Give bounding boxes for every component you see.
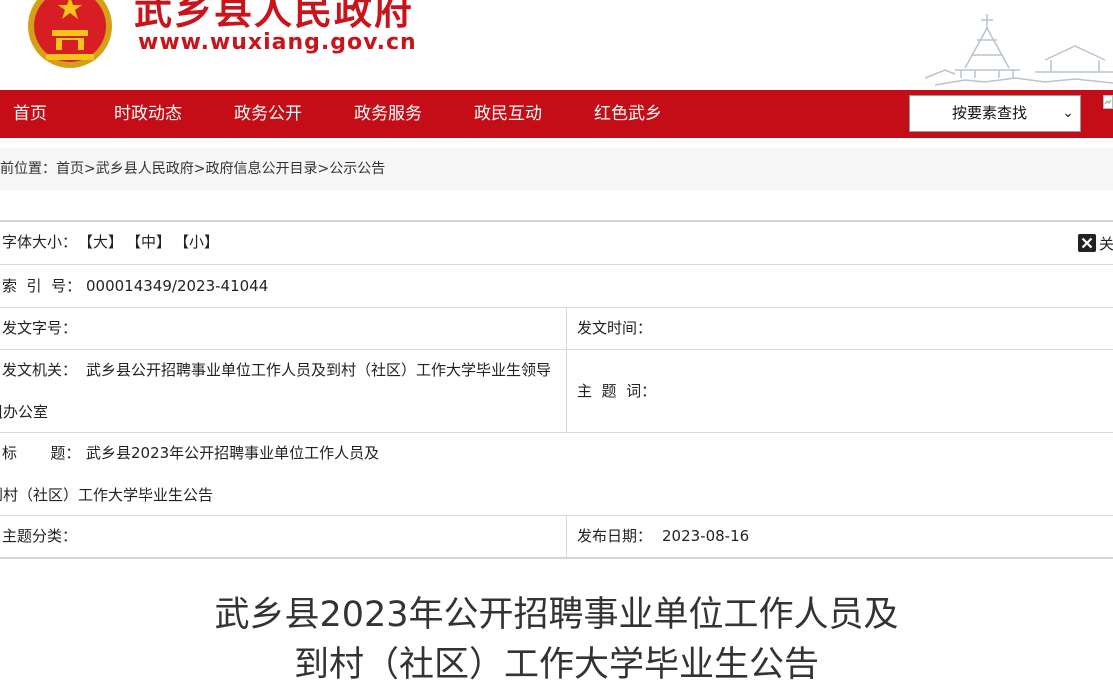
site-url: www.wuxiang.gov.cn <box>138 30 417 55</box>
issuer-value-line2: 组办公室 <box>0 403 49 421</box>
title-label: 标 题： <box>2 444 81 462</box>
breadcrumb-separator: > <box>84 161 96 177</box>
chevron-down-icon: ⌄ <box>1062 105 1074 121</box>
title-value-line2: 到村（社区）工作大学毕业生公告 <box>0 486 214 504</box>
issuer-label: 发文机关： <box>2 361 78 379</box>
doc-time-label: 发文时间： <box>577 319 653 337</box>
index-label: 索 引 号： <box>2 277 82 295</box>
divider <box>0 349 1113 350</box>
nav-item-home[interactable]: 首页 <box>13 90 47 138</box>
column-divider <box>566 307 567 432</box>
search-mode-select[interactable]: 按要素查找 ⌄ <box>909 95 1081 132</box>
breadcrumb-prefix: 前位置： <box>0 161 56 177</box>
font-size-small[interactable]: 【小】 <box>174 232 219 252</box>
breadcrumb-separator: > <box>193 161 206 177</box>
breadcrumb: 前位置：首页>武乡县人民政府>政府信息公开目录>公示公告 <box>0 148 385 190</box>
search-mode-value: 按要素查找 <box>952 104 1028 122</box>
divider <box>0 307 1113 308</box>
document-title-line2: 到村（社区）工作大学毕业生公告 <box>293 645 819 685</box>
table-border-top <box>0 220 1113 222</box>
breadcrumb-bar: 前位置：首页>武乡县人民政府>政府信息公开目录>公示公告 <box>0 148 1113 190</box>
broken-image-icon <box>1103 95 1113 109</box>
publish-date-value: 2023-08-16 <box>662 527 750 545</box>
doc-no-label: 发文字号： <box>2 319 78 337</box>
font-size-medium[interactable]: 【中】 <box>126 232 171 252</box>
font-size-label: 字体大小： <box>2 233 78 251</box>
divider <box>0 515 1113 516</box>
publish-date-label: 发布日期： <box>577 527 653 545</box>
nav-item-red-wuxiang[interactable]: 红色武乡 <box>594 90 662 138</box>
divider <box>0 432 1113 433</box>
nav-item-gov-service[interactable]: 政务服务 <box>354 90 422 138</box>
title-value-line1: 武乡县2023年公开招聘事业单位工作人员及 <box>86 444 380 462</box>
breadcrumb-item-home[interactable]: 首页 <box>56 161 84 177</box>
index-value: 000014349/2023-41044 <box>86 277 269 295</box>
nav-item-interaction[interactable]: 政民互动 <box>474 90 542 138</box>
nav-item-gov-open[interactable]: 政务公开 <box>234 90 302 138</box>
issuer-value-line1: 武乡县公开招聘事业单位工作人员及到村（社区）工作大学毕业生领导 <box>86 361 552 379</box>
column-divider <box>566 515 567 557</box>
divider <box>0 264 1113 265</box>
document-title-line1: 武乡县2023年公开招聘事业单位工作人员及 <box>214 595 899 635</box>
site-name: 武乡县人民政府 <box>134 0 415 33</box>
national-emblem-icon <box>28 0 112 68</box>
breadcrumb-item-catalog[interactable]: 政府信息公开目录 <box>205 161 317 177</box>
category-label: 主题分类： <box>2 527 78 545</box>
nav-item-news[interactable]: 时政动态 <box>114 90 182 138</box>
breadcrumb-item-notices[interactable]: 公示公告 <box>329 161 385 177</box>
close-button-label[interactable]: 关 <box>1099 233 1113 254</box>
city-skyline-illustration <box>925 14 1113 86</box>
keywords-label: 主 题 词： <box>577 382 657 400</box>
breadcrumb-separator: > <box>317 161 330 177</box>
font-size-large[interactable]: 【大】 <box>78 232 123 252</box>
site-header: 武乡县人民政府 www.wuxiang.gov.cn <box>0 0 1113 90</box>
close-icon[interactable] <box>1078 234 1096 252</box>
breadcrumb-item-gov[interactable]: 武乡县人民政府 <box>96 161 194 177</box>
table-border-bottom <box>0 557 1113 559</box>
